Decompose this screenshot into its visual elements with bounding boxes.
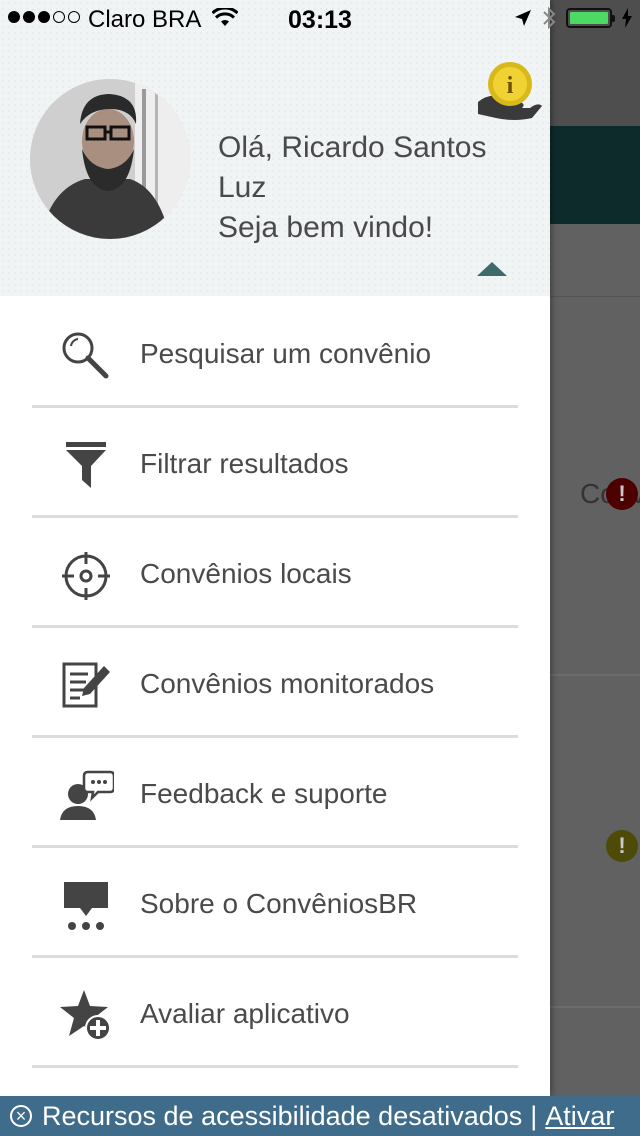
- info-hand-icon[interactable]: i: [474, 58, 544, 122]
- menu-item-label: Sobre o ConvêniosBR: [140, 888, 418, 919]
- location-arrow-icon: [515, 10, 531, 26]
- activate-link[interactable]: Ativar: [545, 1101, 614, 1132]
- status-bar: Claro BRA 03:13: [0, 0, 640, 40]
- menu-item-filter[interactable]: Filtrar resultados: [0, 408, 550, 518]
- menu-divider: [32, 1065, 518, 1068]
- edit-document-icon: [62, 662, 110, 708]
- menu-item-search[interactable]: Pesquisar um convênio: [0, 298, 550, 408]
- accessibility-message: Recursos de acessibilidade desativados: [42, 1100, 523, 1131]
- greeting-name: Olá, Ricardo Santos Luz: [218, 131, 487, 204]
- location-target-icon: [62, 552, 110, 600]
- background-list-divider: [550, 674, 640, 676]
- battery-icon: [566, 8, 615, 28]
- rate-star-icon: [60, 990, 111, 1041]
- menu-item-feedback[interactable]: Feedback e suporte: [0, 738, 550, 848]
- menu-item-label: Avaliar aplicativo: [140, 998, 350, 1029]
- about-icon: [64, 882, 108, 930]
- accessibility-banner: × Recursos de acessibilidade desativados…: [0, 1096, 640, 1136]
- greeting-text: Olá, Ricardo Santos Luz Seja bem vindo!: [218, 128, 528, 248]
- bluetooth-icon: [543, 6, 556, 30]
- menu-item-label: Pesquisar um convênio: [140, 338, 432, 369]
- menu-item-monitored[interactable]: Convênios monitorados: [0, 628, 550, 738]
- banner-separator: |: [530, 1100, 538, 1131]
- menu-item-rate[interactable]: Avaliar aplicativo: [0, 958, 550, 1068]
- menu-item-label: Feedback e suporte: [140, 778, 388, 809]
- menu-item-label: Filtrar resultados: [140, 448, 349, 479]
- charging-icon: [622, 8, 632, 28]
- alert-badge-icon: !: [606, 478, 638, 510]
- drawer-menu: Pesquisar um convênio Filtrar resultados…: [0, 298, 550, 1068]
- menu-item-local[interactable]: Convênios locais: [0, 518, 550, 628]
- welcome-message: Seja bem vindo!: [218, 211, 434, 244]
- warning-badge-icon: !: [606, 830, 638, 862]
- filter-icon: [66, 442, 106, 488]
- svg-text:i: i: [507, 73, 514, 99]
- profile-header: Olá, Ricardo Santos Luz Seja bem vindo! …: [0, 0, 550, 296]
- menu-item-label: Convênios monitorados: [140, 668, 435, 699]
- collapse-arrow-icon[interactable]: [477, 262, 507, 276]
- menu-item-label: Convênios locais: [140, 558, 352, 589]
- background-list-divider: [550, 1006, 640, 1008]
- user-avatar[interactable]: [30, 79, 190, 239]
- support-chat-icon: [60, 770, 114, 820]
- search-icon: [62, 332, 109, 379]
- menu-item-about[interactable]: Sobre o ConvêniosBR: [0, 848, 550, 958]
- close-icon[interactable]: ×: [10, 1105, 32, 1127]
- navigation-drawer: Olá, Ricardo Santos Luz Seja bem vindo! …: [0, 0, 550, 1096]
